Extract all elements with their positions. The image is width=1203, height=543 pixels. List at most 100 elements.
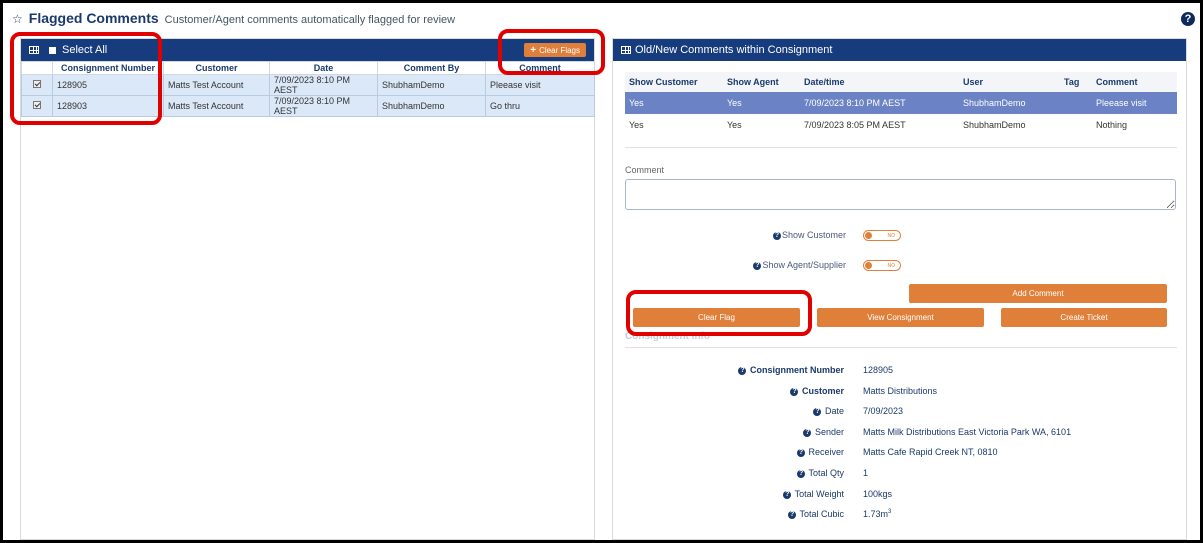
cell-comment: Pleease visit: [485, 74, 595, 96]
table-row[interactable]: Yes Yes 7/09/2023 8:10 PM AEST ShubhamDe…: [625, 92, 1177, 114]
create-ticket-button[interactable]: Create Ticket: [1001, 308, 1167, 327]
help-icon: ?: [803, 428, 812, 437]
total-weight-label: Total Weight: [794, 489, 844, 499]
cell-date: 7/09/2023 8:10 PM AEST: [269, 95, 378, 117]
cell-tag: [1060, 114, 1092, 136]
column-header-comment[interactable]: Comment: [1092, 72, 1177, 92]
consignment-number-label-wrap: ? Consignment Number: [738, 365, 844, 375]
sender-label: Sender: [814, 427, 844, 437]
receiver-value: Matts Cafe Rapid Creek NT, 0810: [863, 447, 998, 457]
customer-label-wrap: ? Customer: [790, 386, 844, 396]
star-icon: ☆: [12, 12, 23, 26]
column-header-comment-by[interactable]: Comment By: [377, 61, 486, 75]
consignment-number-label: Consignment Number: [749, 365, 844, 375]
cell-datetime: 7/09/2023 8:10 PM AEST: [800, 92, 959, 114]
table-row[interactable]: 128903 Matts Test Account 7/09/2023 8:10…: [21, 95, 595, 117]
column-header-show-customer[interactable]: Show Customer: [625, 72, 723, 92]
column-header-customer[interactable]: Customer: [163, 61, 270, 75]
show-customer-label: Show Customer: [781, 230, 846, 240]
total-qty-label: Total Qty: [808, 468, 844, 478]
date-label-wrap: ? Date: [813, 406, 844, 416]
select-all-checkbox[interactable]: [49, 46, 56, 54]
column-header-consignment-number[interactable]: Consignment Number: [52, 61, 164, 75]
grid-icon: [29, 46, 39, 54]
consignment-comments-panel: Old/New Comments within Consignment Show…: [612, 38, 1187, 540]
cell-comment: Go thru: [485, 95, 595, 117]
cell-show-customer: Yes: [629, 120, 644, 130]
sender-value: Matts Milk Distributions East Victoria P…: [863, 427, 1072, 437]
cell-comment: Pleease visit: [1092, 92, 1177, 114]
show-customer-toggle-text: NO: [887, 233, 896, 239]
date-label: Date: [824, 406, 844, 416]
checkbox-column-header: [21, 61, 53, 75]
grid-icon: [621, 46, 631, 54]
cell-tag: [1060, 92, 1092, 114]
total-cubic-label-wrap: ? Total Cubic: [788, 509, 844, 519]
add-comment-button[interactable]: Add Comment: [909, 284, 1167, 303]
cell-show-agent: Yes: [723, 92, 800, 114]
show-agent-toggle[interactable]: NO: [863, 260, 901, 271]
cell-user: ShubhamDemo: [959, 92, 1060, 114]
table-header-row: Consignment Number Customer Date Comment…: [21, 61, 595, 75]
consignment-info-heading: Consignment Info: [625, 331, 710, 342]
table-row[interactable]: 128905 Matts Test Account 7/09/2023 8:10…: [21, 74, 595, 96]
column-header-datetime[interactable]: Date/time: [800, 72, 959, 92]
consignment-panel-header: Old/New Comments within Consignment: [613, 39, 1186, 61]
show-agent-toggle-text: NO: [887, 263, 896, 269]
column-header-user[interactable]: User: [959, 72, 1060, 92]
page-subtitle: Customer/Agent comments automatically fl…: [164, 14, 456, 26]
help-icon: ?: [738, 366, 747, 375]
column-header-tag[interactable]: Tag: [1060, 72, 1092, 92]
row-checkbox[interactable]: [33, 101, 41, 109]
table-header-row: Show Customer Show Agent Date/time User …: [625, 72, 1177, 92]
comments-table: Show Customer Show Agent Date/time User …: [625, 72, 1177, 136]
help-icon: ?: [797, 469, 806, 478]
clear-flag-button[interactable]: Clear Flag: [633, 308, 800, 327]
comment-label: Comment: [625, 165, 665, 175]
cell-customer: Matts Test Account: [163, 95, 270, 117]
date-value: 7/09/2023: [863, 406, 904, 416]
total-weight-value: 100kgs: [863, 489, 893, 499]
comment-textarea[interactable]: [625, 179, 1176, 210]
customer-label: Customer: [801, 386, 844, 396]
cell-date: 7/09/2023 8:10 PM AEST: [269, 74, 378, 96]
flagged-comments-table: Consignment Number Customer Date Comment…: [21, 61, 595, 117]
row-checkbox-cell[interactable]: [21, 74, 53, 96]
row-checkbox[interactable]: [33, 80, 41, 88]
help-icon[interactable]: ?: [1181, 12, 1195, 26]
total-cubic-value-wrap: 1.73m3: [863, 509, 891, 519]
column-header-show-agent[interactable]: Show Agent: [723, 72, 800, 92]
total-cubic-value: 1.73m: [863, 509, 889, 519]
flagged-comments-panel: Select All + Clear Flags Consignment Num…: [20, 38, 595, 540]
sender-label-wrap: ? Sender: [803, 427, 844, 437]
view-consignment-button[interactable]: View Consignment: [817, 308, 984, 327]
divider: [625, 347, 1177, 348]
row-checkbox-cell[interactable]: [21, 95, 53, 117]
receiver-label-wrap: ? Receiver: [796, 447, 844, 457]
flagged-panel-header: Select All + Clear Flags: [21, 39, 594, 61]
column-header-comment[interactable]: Comment: [485, 61, 595, 75]
column-header-date[interactable]: Date: [269, 61, 378, 75]
help-icon: ?: [783, 490, 792, 499]
cell-comment-by: ShubhamDemo: [377, 95, 486, 117]
help-icon: ?: [753, 261, 762, 270]
cell-show-agent: Yes: [727, 120, 742, 130]
help-icon: ?: [796, 448, 805, 457]
total-qty-value: 1: [863, 468, 869, 478]
plus-icon: +: [530, 44, 537, 56]
cell-user: ShubhamDemo: [963, 120, 1026, 130]
help-icon: ?: [772, 231, 781, 240]
consignment-number-value: 128905: [863, 365, 894, 375]
show-agent-label: Show Agent/Supplier: [762, 260, 846, 270]
table-row[interactable]: Yes Yes 7/09/2023 8:05 PM AEST ShubhamDe…: [625, 114, 1177, 136]
cell-customer: Matts Test Account: [163, 74, 270, 96]
total-qty-label-wrap: ? Total Qty: [797, 468, 844, 478]
cell-show-customer: Yes: [625, 92, 723, 114]
cell-consignment: 128905: [52, 74, 164, 96]
show-customer-toggle[interactable]: NO: [863, 230, 901, 241]
consignment-panel-title: Old/New Comments within Consignment: [635, 44, 833, 56]
clear-flags-button[interactable]: + Clear Flags: [524, 43, 586, 57]
select-all-label[interactable]: Select All: [62, 44, 107, 56]
help-icon: ?: [813, 407, 822, 416]
cell-datetime: 7/09/2023 8:05 PM AEST: [804, 120, 906, 130]
